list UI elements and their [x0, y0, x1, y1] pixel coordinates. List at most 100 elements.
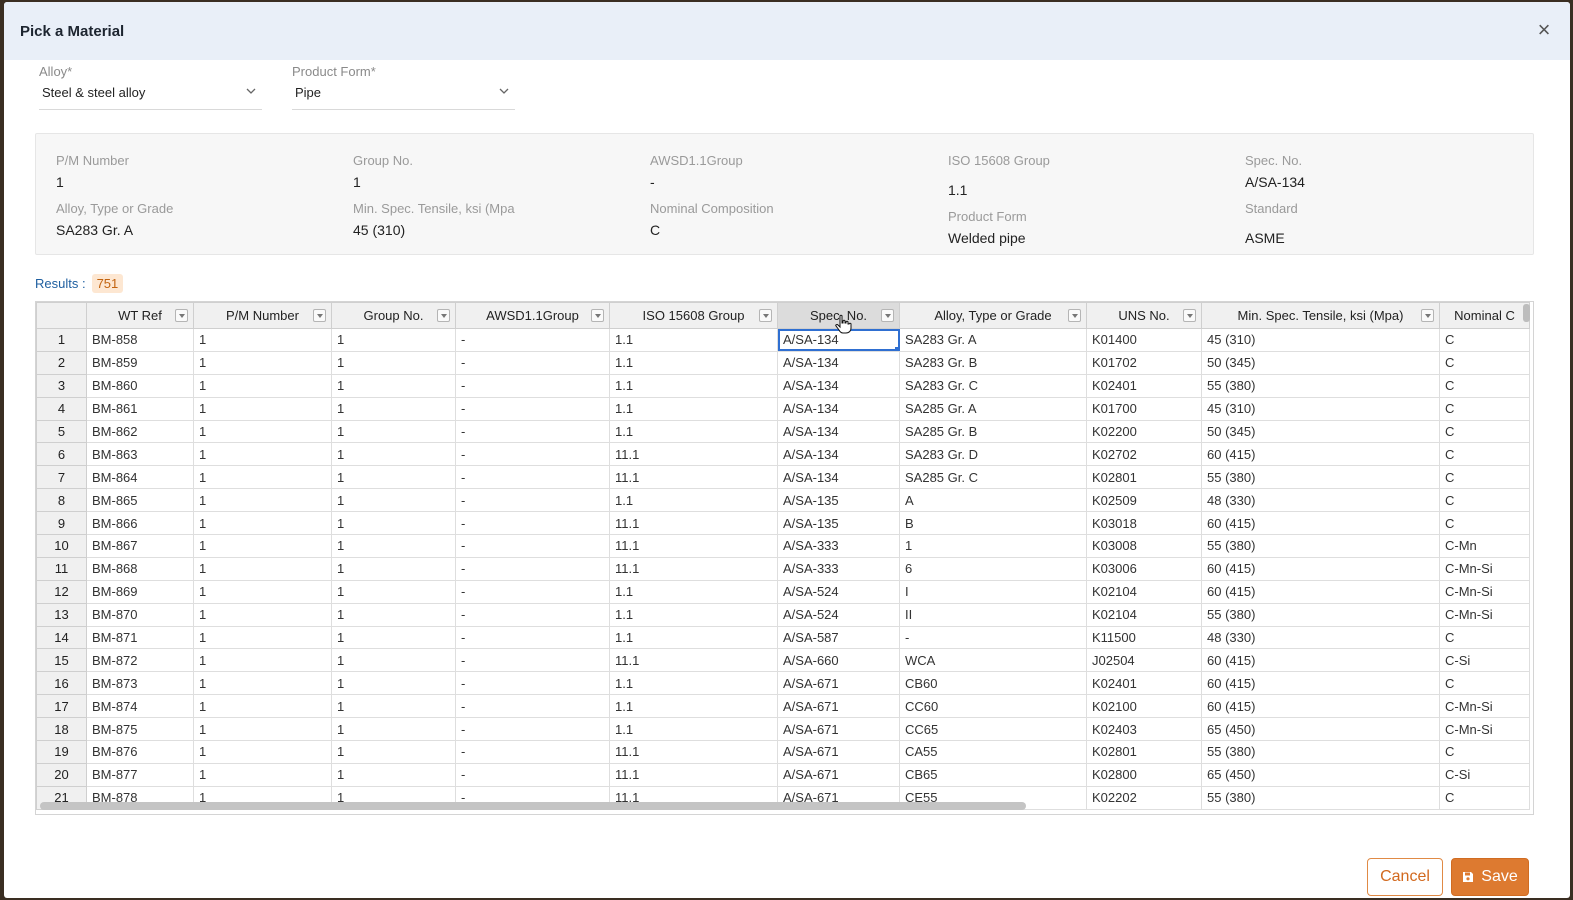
table-cell[interactable]: C: [1439, 350, 1530, 375]
table-cell[interactable]: 1: [331, 762, 456, 787]
table-cell[interactable]: 1: [331, 579, 456, 604]
table-cell[interactable]: 1: [331, 511, 456, 536]
table-cell[interactable]: -: [455, 762, 610, 787]
table-cell[interactable]: 1: [331, 419, 456, 444]
table-row[interactable]: 4 BM-861 1 1-1.1 A/SA-134 SA285 Gr. A K01700 45…: [36, 396, 1530, 421]
table-cell[interactable]: -: [455, 740, 610, 764]
table-cell[interactable]: 11.1: [609, 442, 778, 467]
table-row[interactable]: 12 BM-869 1 1-1.1 A/SA-524 I K02104 60 (415) C-M…: [36, 579, 1530, 604]
table-cell[interactable]: SA285 Gr. A: [899, 396, 1087, 421]
table-cell[interactable]: 1: [193, 350, 332, 375]
table-cell[interactable]: -: [899, 625, 1087, 650]
table-cell[interactable]: K02509: [1086, 488, 1202, 513]
table-cell[interactable]: A/SA-135: [777, 488, 900, 513]
table-cell[interactable]: 60 (415): [1201, 556, 1440, 581]
table-cell[interactable]: -: [455, 396, 610, 421]
table-cell[interactable]: C: [1439, 396, 1530, 421]
horizontal-scrollbar[interactable]: [40, 802, 1026, 810]
table-cell[interactable]: SA283 Gr. C: [899, 373, 1087, 398]
table-cell[interactable]: -: [455, 511, 610, 536]
table-cell[interactable]: BM-870: [86, 602, 194, 627]
table-cell[interactable]: 1: [331, 694, 456, 719]
table-cell[interactable]: K02702: [1086, 442, 1202, 467]
table-cell[interactable]: BM-877: [86, 762, 194, 787]
column-header[interactable]: ISO 15608 Group: [609, 302, 778, 329]
table-cell[interactable]: A/SA-671: [777, 694, 900, 719]
table-cell[interactable]: A/SA-134: [777, 350, 900, 375]
table-cell[interactable]: C: [1439, 373, 1530, 398]
table-cell[interactable]: K03006: [1086, 556, 1202, 581]
table-cell[interactable]: 1: [331, 442, 456, 467]
table-cell[interactable]: 11.1: [609, 511, 778, 536]
table-cell[interactable]: A/SA-134: [777, 442, 900, 467]
table-cell[interactable]: A/SA-671: [777, 762, 900, 787]
table-cell[interactable]: 48 (330): [1201, 625, 1440, 650]
column-header[interactable]: UNS No.: [1086, 302, 1202, 329]
table-cell[interactable]: 1: [193, 579, 332, 604]
table-cell[interactable]: 60 (415): [1201, 671, 1440, 696]
table-row[interactable]: 13 BM-870 1 1-1.1 A/SA-524 II K02104 55 (380) C-…: [36, 602, 1530, 627]
table-cell[interactable]: 1: [193, 556, 332, 581]
table-cell[interactable]: 1.1: [609, 671, 778, 696]
table-cell[interactable]: CB60: [899, 671, 1087, 696]
table-cell[interactable]: 1: [331, 625, 456, 650]
table-cell[interactable]: 11.1: [609, 740, 778, 764]
column-header[interactable]: Nominal C: [1439, 302, 1530, 329]
table-cell[interactable]: C: [1439, 442, 1530, 467]
table-cell[interactable]: -: [455, 717, 610, 742]
table-cell[interactable]: 1: [331, 534, 456, 558]
table-cell[interactable]: K11500: [1086, 625, 1202, 650]
filter-icon[interactable]: [313, 309, 326, 322]
table-cell[interactable]: CB65: [899, 762, 1087, 787]
table-cell[interactable]: BM-868: [86, 556, 194, 581]
table-cell[interactable]: K01700: [1086, 396, 1202, 421]
table-cell[interactable]: A/SA-671: [777, 717, 900, 742]
column-header[interactable]: WT Ref: [86, 302, 194, 329]
table-cell[interactable]: 11.1: [609, 648, 778, 673]
table-cell[interactable]: -: [455, 488, 610, 513]
table-cell[interactable]: -: [455, 556, 610, 581]
table-cell[interactable]: 1: [331, 488, 456, 513]
table-row[interactable]: 19 BM-876 1 1-11.1 A/SA-671 CA55 K02801 55 (380…: [36, 740, 1530, 764]
table-cell[interactable]: -: [455, 694, 610, 719]
table-row[interactable]: 14 BM-871 1 1-1.1 A/SA-587- K11500 48 (330) C: [36, 625, 1530, 650]
materials-grid[interactable]: WT Ref P/M Number Group No. AWSD1.1Group ISO…: [35, 301, 1534, 815]
column-header[interactable]: Alloy, Type or Grade: [899, 302, 1087, 329]
table-row[interactable]: 2 BM-859 1 1-1.1 A/SA-134 SA283 Gr. B K01702 50…: [36, 350, 1530, 375]
table-cell[interactable]: BM-871: [86, 625, 194, 650]
table-row[interactable]: 9 BM-866 1 1-11.1 A/SA-135 B K03018 60 (415) C: [36, 511, 1530, 536]
table-cell[interactable]: 45 (310): [1201, 328, 1440, 352]
table-cell[interactable]: 1.1: [609, 373, 778, 398]
table-cell[interactable]: 1.1: [609, 694, 778, 719]
table-cell[interactable]: 1: [331, 717, 456, 742]
table-cell[interactable]: 1: [193, 740, 332, 764]
table-row[interactable]: 1 BM-858 1 1-1.1 A/SA-134 SA283 Gr. A K01400 45…: [36, 328, 1530, 352]
table-cell[interactable]: A/SA-587: [777, 625, 900, 650]
table-cell[interactable]: 11.1: [609, 534, 778, 558]
table-cell[interactable]: B: [899, 511, 1087, 536]
table-cell[interactable]: 1: [193, 717, 332, 742]
table-cell[interactable]: A/SA-524: [777, 602, 900, 627]
table-row[interactable]: 16 BM-873 1 1-1.1 A/SA-671 CB60 K02401 60 (415)…: [36, 671, 1530, 696]
table-cell[interactable]: K03008: [1086, 534, 1202, 558]
table-cell[interactable]: -: [455, 465, 610, 490]
column-header[interactable]: Group No.: [331, 302, 456, 329]
table-cell[interactable]: BM-859: [86, 350, 194, 375]
column-header[interactable]: Min. Spec. Tensile, ksi (Mpa): [1201, 302, 1440, 329]
table-cell[interactable]: 1.1: [609, 579, 778, 604]
table-cell[interactable]: C-Si: [1439, 648, 1530, 673]
table-cell[interactable]: BM-866: [86, 511, 194, 536]
table-cell[interactable]: 60 (415): [1201, 579, 1440, 604]
table-cell[interactable]: -: [455, 625, 610, 650]
table-cell[interactable]: -: [455, 419, 610, 444]
table-cell[interactable]: C-Mn-Si: [1439, 556, 1530, 581]
table-cell[interactable]: K02104: [1086, 602, 1202, 627]
table-cell[interactable]: SA283 Gr. B: [899, 350, 1087, 375]
table-cell[interactable]: 11.1: [609, 762, 778, 787]
table-cell[interactable]: -: [455, 328, 610, 352]
table-row[interactable]: 20 BM-877 1 1-11.1 A/SA-671 CB65 K02800 65 (450…: [36, 762, 1530, 787]
table-cell[interactable]: WCA: [899, 648, 1087, 673]
table-cell[interactable]: K01702: [1086, 350, 1202, 375]
table-cell[interactable]: K02801: [1086, 740, 1202, 764]
table-cell[interactable]: 1: [331, 328, 456, 352]
